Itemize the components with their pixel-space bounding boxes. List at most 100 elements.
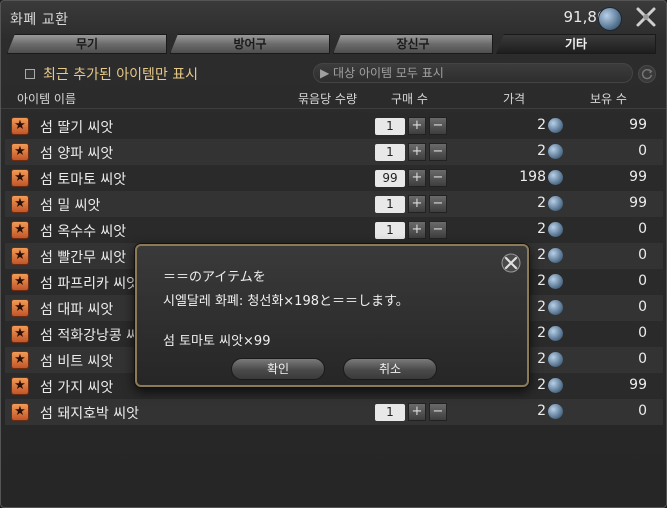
item-name: 섬 가지 씨앗 — [40, 380, 114, 396]
star-icon: ★ — [11, 169, 29, 187]
title-bar: 화폐 교환 91,866 — [1, 1, 666, 33]
currency-icon — [548, 144, 563, 159]
item-name: 섬 빨간무 씨앗 — [40, 250, 127, 266]
show-all-items-button[interactable]: ▶ 대상 아이템 모두 표시 — [313, 63, 633, 83]
star-icon: ★ — [11, 403, 29, 421]
col-price: 가격 — [503, 92, 526, 106]
owned-count: 0 — [638, 143, 647, 159]
owned-count: 99 — [629, 377, 647, 393]
currency-icon — [548, 170, 563, 185]
decrease-button[interactable]: − — [429, 221, 447, 239]
tab-armor[interactable]: 방어구 — [170, 34, 330, 54]
decrease-button[interactable]: − — [429, 117, 447, 135]
close-icon[interactable] — [501, 253, 521, 273]
table-row[interactable]: ★ 섬 옥수수 씨앗 1 + − 2 0 — [5, 217, 663, 243]
col-purchase-qty: 구매 수 — [391, 92, 428, 106]
currency-icon — [548, 196, 563, 211]
refresh-icon[interactable] — [638, 65, 656, 83]
recent-items-checkbox[interactable] — [25, 69, 35, 79]
item-price: 2 — [537, 299, 546, 315]
table-row[interactable]: ★ 섬 밀 씨앗 1 + − 2 99 — [5, 191, 663, 217]
owned-count: 0 — [638, 221, 647, 237]
column-header: 아이템 이름 묶음당 수량 구매 수 가격 보유 수 — [1, 88, 666, 109]
star-icon: ★ — [11, 299, 29, 317]
item-price: 2 — [537, 273, 546, 289]
increase-button[interactable]: + — [408, 403, 426, 421]
purchase-qty-input[interactable]: 1 — [375, 196, 405, 213]
item-name: 섬 비트 씨앗 — [40, 354, 114, 370]
owned-count: 0 — [638, 325, 647, 341]
star-icon: ★ — [11, 221, 29, 239]
item-price: 2 — [537, 221, 546, 237]
item-name: 섬 밀 씨앗 — [40, 198, 101, 214]
purchase-qty-input[interactable]: 99 — [375, 170, 405, 187]
confirm-button[interactable]: 확인 — [231, 358, 325, 380]
decrease-button[interactable]: − — [429, 143, 447, 161]
currency-icon — [548, 118, 563, 133]
currency-icon — [548, 352, 563, 367]
star-icon: ★ — [11, 195, 29, 213]
increase-button[interactable]: + — [408, 117, 426, 135]
item-price: 2 — [537, 325, 546, 341]
increase-button[interactable]: + — [408, 143, 426, 161]
decrease-button[interactable]: − — [429, 403, 447, 421]
recent-items-label: 최근 추가된 아이템만 표시 — [43, 67, 199, 83]
filter-row: 최근 추가된 아이템만 표시 ▶ 대상 아이템 모두 표시 — [1, 61, 666, 85]
purchase-qty-input[interactable]: 1 — [375, 144, 405, 161]
currency-icon — [548, 248, 563, 263]
item-price: 2 — [537, 377, 546, 393]
settings-icon[interactable] — [634, 5, 658, 29]
owned-count: 0 — [638, 351, 647, 367]
purchase-qty-input[interactable]: 1 — [375, 118, 405, 135]
dialog-line-3: 섬 토마토 씨앗×99 — [163, 334, 271, 349]
item-name: 섬 양파 씨앗 — [40, 146, 114, 162]
increase-button[interactable]: + — [408, 169, 426, 187]
item-price: 2 — [537, 247, 546, 263]
item-name: 섬 딸기 씨앗 — [40, 120, 114, 136]
owned-count: 99 — [629, 169, 647, 185]
currency-icon — [548, 222, 563, 237]
dialog-line-1: ＝＝のアイテムを — [163, 270, 266, 285]
owned-count: 99 — [629, 195, 647, 211]
table-row[interactable]: ★ 섬 딸기 씨앗 1 + − 2 99 — [5, 113, 663, 139]
purchase-qty-input[interactable]: 1 — [375, 222, 405, 239]
currency-icon — [548, 274, 563, 289]
currency-icon — [598, 7, 622, 31]
currency-icon — [548, 326, 563, 341]
col-item-name: 아이템 이름 — [17, 92, 77, 106]
table-row[interactable]: ★ 섬 토마토 씨앗 99 + −198 99 — [5, 165, 663, 191]
currency-icon — [548, 300, 563, 315]
tab-misc[interactable]: 기타 — [496, 34, 656, 54]
owned-count: 0 — [638, 247, 647, 263]
star-icon: ★ — [11, 117, 29, 135]
star-icon: ★ — [11, 377, 29, 395]
item-name: 섬 파프리카 씨앗 — [40, 276, 140, 292]
item-price: 2 — [537, 403, 546, 419]
item-name: 섬 대파 씨앗 — [40, 302, 114, 318]
item-name: 섬 옥수수 씨앗 — [40, 224, 127, 240]
table-row[interactable]: ★ 섬 양파 씨앗 1 + − 2 0 — [5, 139, 663, 165]
item-name: 섬 토마토 씨앗 — [40, 172, 127, 188]
increase-button[interactable]: + — [408, 195, 426, 213]
currency-icon — [548, 404, 563, 419]
owned-count: 0 — [638, 273, 647, 289]
increase-button[interactable]: + — [408, 221, 426, 239]
window-title: 화폐 교환 — [10, 12, 69, 28]
owned-count: 99 — [629, 117, 647, 133]
star-icon: ★ — [11, 247, 29, 265]
star-icon: ★ — [11, 143, 29, 161]
star-icon: ★ — [11, 273, 29, 291]
item-price: 2 — [537, 195, 546, 211]
star-icon: ★ — [11, 325, 29, 343]
tab-accessories[interactable]: 장신구 — [333, 34, 493, 54]
purchase-qty-input[interactable]: 1 — [375, 404, 405, 421]
table-row[interactable]: ★ 섬 돼지호박 씨앗 1 + − 2 0 — [5, 399, 663, 425]
star-icon: ★ — [11, 351, 29, 369]
cancel-button[interactable]: 취소 — [343, 358, 437, 380]
tab-weapons[interactable]: 무기 — [7, 34, 167, 54]
item-price: 2 — [537, 117, 546, 133]
decrease-button[interactable]: − — [429, 195, 447, 213]
decrease-button[interactable]: − — [429, 169, 447, 187]
currency-exchange-window: 화폐 교환 91,866 무기 방어구 장신구 기타 최근 추가된 아이템만 표… — [0, 0, 667, 508]
owned-count: 0 — [638, 299, 647, 315]
